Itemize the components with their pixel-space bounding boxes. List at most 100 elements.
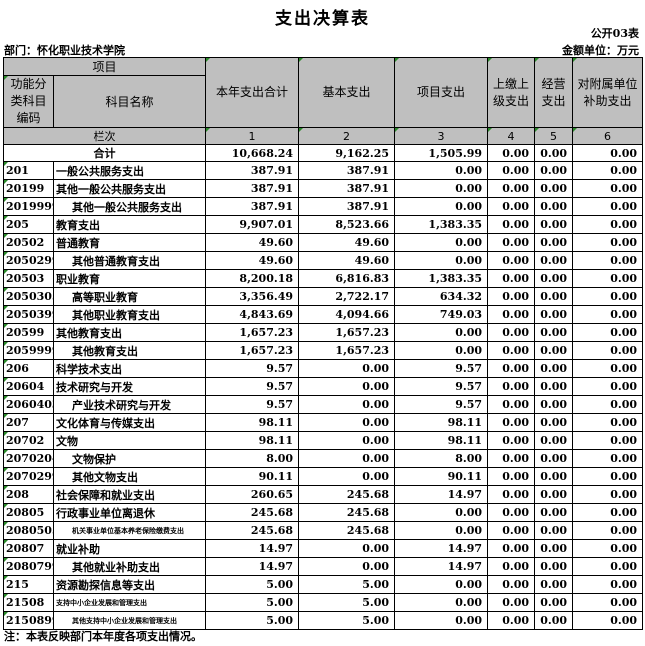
amount-cell: 0.00 xyxy=(487,359,536,378)
amount-cell: 49.60 xyxy=(298,233,396,252)
total-label: 合计 xyxy=(2,144,207,162)
amount-cell: 49.60 xyxy=(298,251,396,270)
total-value: 0.00 xyxy=(572,144,644,162)
amount-cell: 0.00 xyxy=(394,521,489,540)
amount-cell: 0.00 xyxy=(572,323,644,342)
amount-cell: 0.00 xyxy=(487,197,536,216)
amount-cell: 14.97 xyxy=(205,539,300,558)
amount-cell: 1,657.23 xyxy=(205,323,300,342)
amount-cell: 0.00 xyxy=(534,503,574,522)
subject-code: 20604 xyxy=(3,377,54,396)
amount-cell: 0.00 xyxy=(394,575,489,594)
subject-name: 其他教育支出 xyxy=(52,323,207,342)
amount-cell: 0.00 xyxy=(394,341,489,360)
subject-name: 机关事业单位基本养老保险缴费支出 xyxy=(52,521,207,540)
amount-cell: 0.00 xyxy=(572,593,644,612)
amount-cell: 0.00 xyxy=(572,179,644,198)
footnote: 注：本表反映部门本年度各项支出情况。 xyxy=(4,630,202,643)
subject-code: 2019999 xyxy=(3,197,54,216)
amount-cell: 0.00 xyxy=(572,413,644,432)
total-value: 0.00 xyxy=(487,144,536,162)
table-row: 2050305高等职业教育3,356.492,722.17634.320.000… xyxy=(3,287,644,306)
subject-name: 教育支出 xyxy=(52,215,207,234)
amount-cell: 0.00 xyxy=(487,431,536,450)
amount-cell: 0.00 xyxy=(572,287,644,306)
subject-code: 20503 xyxy=(3,269,54,288)
subject-code: 2059999 xyxy=(3,341,54,360)
amount-cell: 0.00 xyxy=(534,269,574,288)
amount-cell: 0.00 xyxy=(298,467,396,486)
column-number: 5 xyxy=(534,127,574,145)
amount-cell: 14.97 xyxy=(394,557,489,576)
amount-cell: 8.00 xyxy=(394,449,489,468)
department-label: 部门：怀化职业技术学院 xyxy=(4,44,125,57)
amount-cell: 0.00 xyxy=(298,395,396,414)
header-submit-superior: 上缴上级支出 xyxy=(487,57,536,128)
subject-name: 行政事业单位离退休 xyxy=(52,503,207,522)
amount-cell: 14.97 xyxy=(205,557,300,576)
amount-cell: 5.00 xyxy=(205,593,300,612)
table-row: 20604 技术研究与开发 9.57 0.00 9.57 0.00 0.00 0.00 xyxy=(3,377,644,396)
amount-cell: 8.00 xyxy=(205,449,300,468)
amount-cell: 0.00 xyxy=(572,251,644,270)
table-row: 215 资源勘探信息等支出 5.00 5.00 0.00 0.00 0.00 0.00 xyxy=(3,575,644,594)
total-row: 合计 10,668.24 9,162.25 1,505.99 0.00 0.00 0.00 xyxy=(2,144,644,162)
amount-cell: 0.00 xyxy=(534,521,574,540)
amount-cell: 0.00 xyxy=(534,539,574,558)
header-func-code: 功能分类科目编码 xyxy=(3,75,54,128)
subject-name: 其他一般公共服务支出 xyxy=(52,197,207,216)
amount-cell: 0.00 xyxy=(572,557,644,576)
amount-cell: 98.11 xyxy=(205,431,300,450)
amount-cell: 0.00 xyxy=(572,395,644,414)
amount-cell: 0.00 xyxy=(534,557,574,576)
subject-name: 技术研究与开发 xyxy=(52,377,207,396)
amount-cell: 0.00 xyxy=(487,593,536,612)
amount-cell: 0.00 xyxy=(572,539,644,558)
amount-cell: 0.00 xyxy=(572,269,644,288)
subject-code: 2070204 xyxy=(3,449,54,468)
amount-cell: 0.00 xyxy=(534,197,574,216)
amount-cell: 0.00 xyxy=(394,161,489,180)
amount-cell: 14.97 xyxy=(394,485,489,504)
amount-cell: 0.00 xyxy=(487,539,536,558)
subject-code: 215 xyxy=(3,575,54,594)
total-value: 0.00 xyxy=(534,144,574,162)
total-value: 1,505.99 xyxy=(394,144,489,162)
amount-cell: 0.00 xyxy=(394,593,489,612)
amount-cell: 0.00 xyxy=(487,503,536,522)
table-row: 2070299其他文物支出90.110.0090.110.000.000.00 xyxy=(3,467,644,486)
amount-cell: 0.00 xyxy=(534,179,574,198)
subject-name: 职业教育 xyxy=(52,269,207,288)
amount-cell: 1,657.23 xyxy=(298,341,396,360)
subject-code: 2060403 xyxy=(3,395,54,414)
amount-cell: 90.11 xyxy=(205,467,300,486)
amount-cell: 8,523.66 xyxy=(298,215,396,234)
table-row: 21508 支持中小企业发展和管理支出 5.00 5.00 0.00 0.00 0.00 0.… xyxy=(3,593,644,612)
amount-cell: 0.00 xyxy=(394,503,489,522)
table-row: 20807 就业补助 14.97 0.00 14.97 0.00 0.00 0.00 xyxy=(3,539,644,558)
amount-cell: 98.11 xyxy=(205,413,300,432)
table-row: 2060403产业技术研究与开发9.570.009.570.000.000.00 xyxy=(3,395,644,414)
amount-cell: 0.00 xyxy=(534,251,574,270)
table-row: 2050299其他普通教育支出49.6049.600.000.000.000.0… xyxy=(3,251,644,270)
table-row: 2070204文物保护8.000.008.000.000.000.00 xyxy=(3,449,644,468)
subject-name: 支持中小企业发展和管理支出 xyxy=(52,593,207,612)
amount-cell: 387.91 xyxy=(205,161,300,180)
table-row: 2150899其他支持中小企业发展和管理支出5.005.000.000.000.… xyxy=(3,611,644,630)
table-row: 205 教育支出 9,907.01 8,523.66 1,383.35 0.00 0.00 0… xyxy=(3,215,644,234)
amount-cell: 49.60 xyxy=(205,233,300,252)
subject-name: 资源勘探信息等支出 xyxy=(52,575,207,594)
amount-cell: 1,657.23 xyxy=(298,323,396,342)
subject-code: 206 xyxy=(3,359,54,378)
amount-cell: 0.00 xyxy=(298,431,396,450)
amount-cell: 0.00 xyxy=(487,251,536,270)
amount-cell: 3,356.49 xyxy=(205,287,300,306)
subject-name: 文化体育与传媒支出 xyxy=(52,413,207,432)
header-subsidiary: 对附属单位补助支出 xyxy=(572,57,644,128)
subject-code: 2050399 xyxy=(3,305,54,324)
amount-cell: 0.00 xyxy=(394,323,489,342)
amount-cell: 387.91 xyxy=(298,161,396,180)
amount-cell: 0.00 xyxy=(487,269,536,288)
amount-cell: 9.57 xyxy=(205,359,300,378)
amount-cell: 9.57 xyxy=(205,395,300,414)
